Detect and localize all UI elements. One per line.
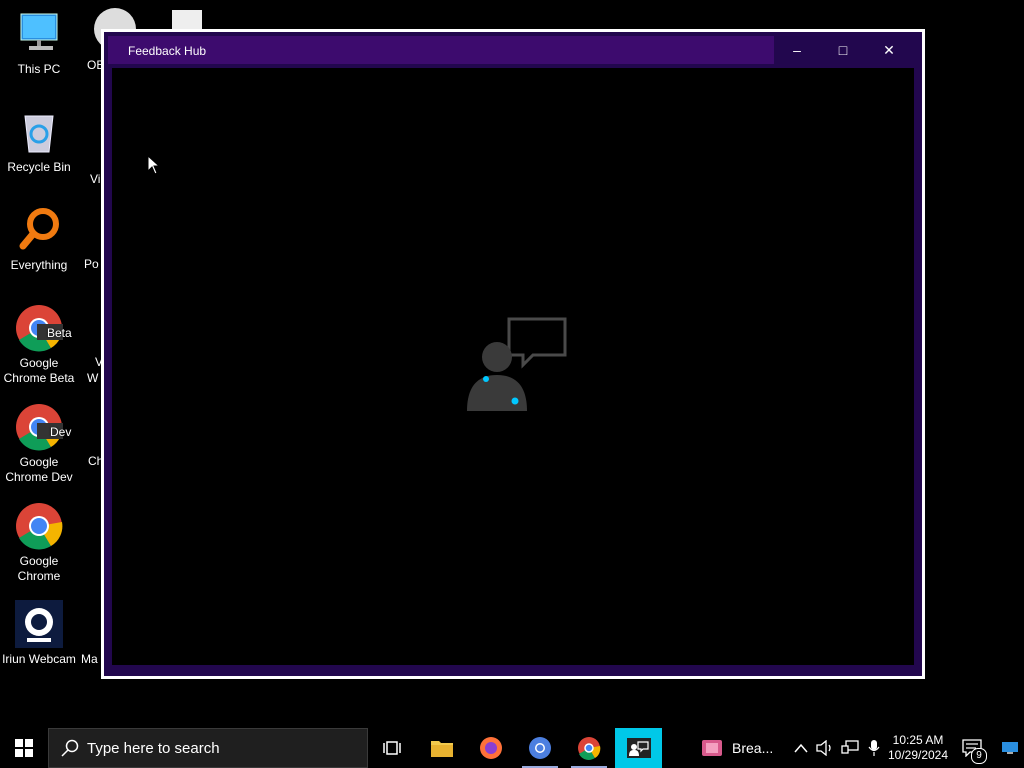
mouse-cursor-icon — [147, 155, 161, 175]
computer-icon — [15, 10, 63, 58]
clock[interactable]: 10:25 AM 10/29/2024 — [886, 728, 950, 768]
desktop-icon-recycle-bin[interactable]: Recycle Bin — [0, 108, 79, 175]
window-title: Feedback Hub — [128, 44, 207, 58]
clock-date: 10/29/2024 — [887, 748, 949, 762]
microphone-button[interactable] — [863, 728, 885, 768]
taskbar-app-brea[interactable]: Brea... — [688, 728, 780, 768]
taskbar-file-explorer[interactable] — [418, 728, 466, 768]
task-view-button[interactable] — [368, 728, 416, 768]
desktop-icon-chrome-beta[interactable]: Beta Google Chrome Beta — [0, 304, 79, 386]
dev-badge: Dev — [50, 425, 72, 439]
taskbar-firefox[interactable] — [467, 728, 515, 768]
app-icon — [702, 740, 722, 756]
notification-count-badge: 9 — [971, 748, 987, 764]
partial-label: Ma — [81, 652, 98, 666]
partial-label: Po — [84, 257, 99, 271]
desktop-icon-chrome[interactable]: Google Chrome — [0, 502, 79, 584]
taskbar-search-box[interactable]: Type here to search — [48, 728, 368, 768]
desktop-icon-chrome-dev[interactable]: Dev Google Chrome Dev — [0, 403, 79, 485]
icon-label: Recycle Bin — [7, 160, 71, 174]
desktop-icon-this-pc[interactable]: This PC — [0, 10, 79, 77]
display-icon — [1002, 742, 1018, 754]
speaker-icon — [816, 740, 831, 756]
feedback-hub-icon — [626, 738, 651, 758]
webcam-icon — [15, 600, 63, 648]
feedback-hub-logo-icon — [467, 317, 567, 411]
firefox-icon — [480, 737, 502, 759]
chrome-beta-icon: Beta — [15, 304, 72, 352]
partial-label: Vi — [90, 172, 101, 186]
search-icon — [61, 739, 79, 757]
network-button[interactable] — [838, 728, 862, 768]
beta-badge: Beta — [47, 326, 72, 340]
action-center-button[interactable]: 9 — [956, 728, 988, 768]
taskbar-chrome-dev[interactable] — [565, 728, 613, 768]
task-view-icon — [383, 741, 401, 755]
folder-icon — [431, 741, 453, 757]
recycle-bin-icon — [15, 108, 63, 156]
partial-label: W — [87, 371, 99, 385]
minimize-button[interactable]: – — [774, 36, 820, 64]
magnifier-icon — [15, 206, 63, 254]
close-button[interactable]: ✕ — [866, 36, 912, 64]
icon-label: Iriun Webcam — [2, 652, 76, 666]
microphone-icon — [868, 740, 880, 756]
title-bar[interactable]: Feedback Hub — [108, 36, 774, 64]
windows-logo-icon — [15, 739, 33, 757]
taskbar: Type here to search Brea... 10:25 AM 10/… — [0, 728, 1024, 768]
network-icon — [841, 740, 859, 754]
maximize-icon: □ — [838, 42, 848, 58]
desktop-icon-everything[interactable]: Everything — [0, 206, 79, 273]
splash-content — [112, 68, 914, 665]
taskbar-chrome-beta[interactable] — [516, 728, 564, 768]
maximize-button[interactable]: □ — [820, 36, 866, 64]
icon-label: Chrome — [17, 569, 61, 583]
start-button[interactable] — [0, 728, 48, 768]
feedback-hub-window: Feedback Hub – □ ✕ — [101, 29, 925, 679]
desktop-icon-iriun-webcam[interactable]: Iriun Webcam — [0, 600, 79, 667]
clock-time: 10:25 AM — [892, 733, 944, 747]
taskbar-feedback-hub[interactable] — [615, 728, 662, 768]
chrome-dev-icon — [578, 737, 601, 760]
chrome-beta-icon — [529, 737, 551, 759]
minimize-icon: – — [793, 42, 801, 58]
search-placeholder: Type here to search — [87, 739, 220, 757]
icon-label: Chrome Beta — [3, 371, 75, 385]
chevron-up-icon — [794, 743, 808, 753]
close-icon: ✕ — [883, 41, 895, 58]
show-desktop-button[interactable] — [996, 728, 1024, 768]
app-label: Brea... — [732, 740, 774, 756]
icon-label: Everything — [10, 258, 68, 272]
icon-label: Google — [19, 455, 59, 469]
show-hidden-icons-button[interactable] — [790, 728, 812, 768]
icon-label: Google — [19, 554, 59, 568]
icon-label: Google — [19, 356, 59, 370]
volume-button[interactable] — [814, 728, 836, 768]
chrome-icon — [15, 502, 63, 550]
icon-label: Chrome Dev — [5, 470, 73, 484]
icon-label: This PC — [17, 62, 61, 76]
chrome-dev-icon: Dev — [15, 403, 71, 451]
